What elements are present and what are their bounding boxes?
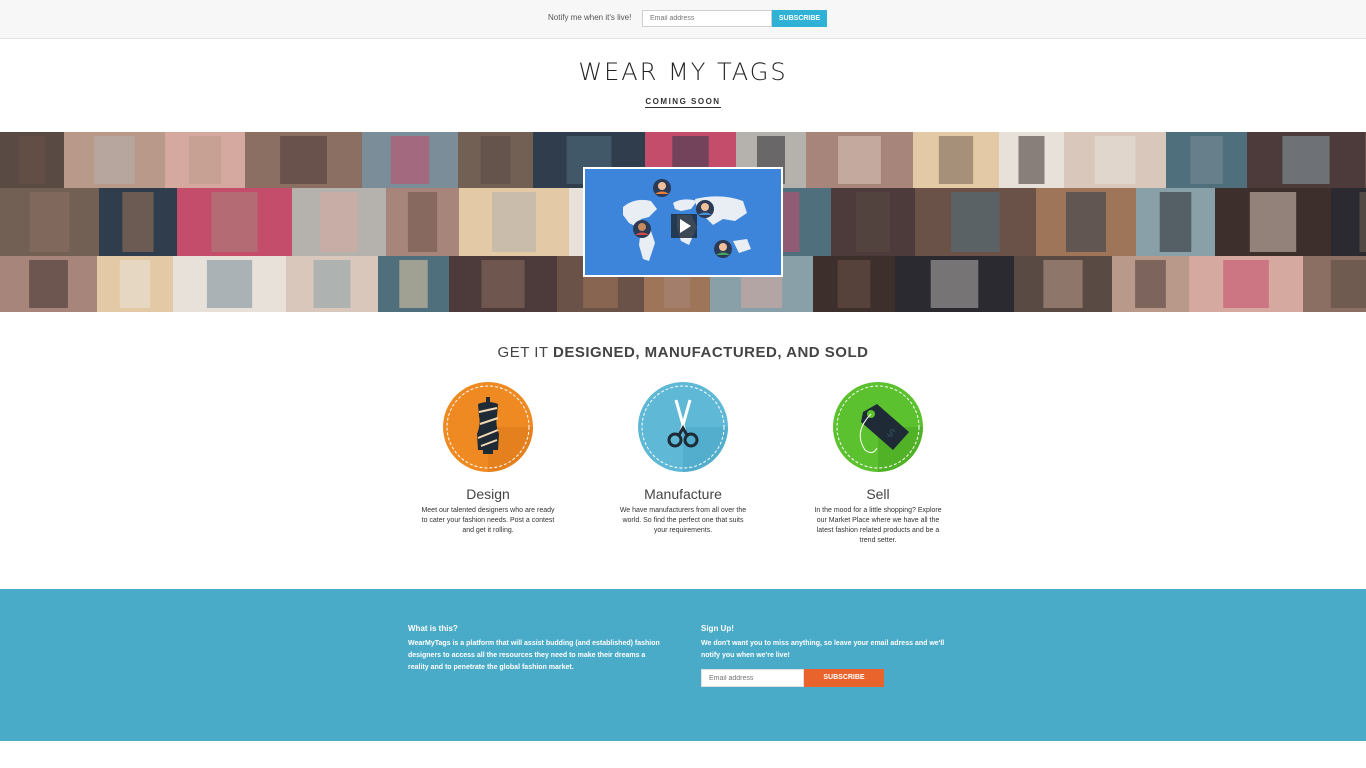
intro-video[interactable] [583, 167, 783, 277]
mosaic-photo-detail [938, 136, 974, 184]
mosaic-photo-detail [951, 192, 1000, 252]
mosaic-photo-detail [1159, 192, 1192, 252]
mosaic-photo-detail [856, 192, 890, 252]
mosaic-photo-detail [1043, 260, 1083, 308]
notify-text: Notify me when it's live! [548, 13, 632, 22]
mosaic-photo-detail [119, 260, 151, 308]
feature-design-desc: Meet our talented designers who are read… [421, 507, 555, 534]
mosaic-photo-detail [122, 192, 154, 252]
mosaic-photo-detail [280, 136, 327, 184]
price-tag-icon: $ [833, 382, 923, 472]
mosaic-photo-detail [320, 192, 358, 252]
signup-email-input[interactable] [701, 669, 804, 687]
coming-soon-label: COMING SOON [0, 97, 1366, 108]
mosaic-photo-detail [930, 260, 979, 308]
mosaic-photo-detail [29, 192, 70, 252]
mosaic-photo-detail [94, 136, 135, 184]
avatar-1 [653, 179, 671, 197]
feature-manufacture-title: Manufacture [644, 486, 722, 502]
mosaic-photo-detail [1282, 136, 1330, 184]
mosaic-photo-detail [1330, 260, 1366, 308]
section-title-bold: DESIGNED, MANUFACTURED, AND SOLD [553, 344, 869, 361]
signup-heading: Sign Up! [701, 624, 734, 633]
mosaic-photo-detail [481, 260, 525, 308]
mosaic-photo-detail [480, 136, 511, 184]
coming-soon-text: COMING SOON [645, 97, 721, 108]
section-title-light: GET IT [497, 344, 553, 361]
avatar-4 [714, 240, 732, 258]
mosaic-photo-detail [1066, 192, 1106, 252]
world-map-illustration [585, 169, 781, 275]
feature-sell-desc: In the mood for a little shopping? Explo… [814, 507, 942, 544]
signup-text: We don't want you to miss anything, so l… [701, 640, 945, 659]
feature-sell: $ Sell In the mood for a little shopping… [803, 382, 953, 546]
about-heading: What is this? [408, 624, 458, 633]
mosaic-photo-detail [407, 192, 438, 252]
avatar-3 [633, 220, 651, 238]
mosaic-photo-detail [399, 260, 428, 308]
mosaic-photo-detail [211, 192, 258, 252]
feature-design-title: Design [466, 486, 510, 502]
mosaic-photo-detail [1190, 136, 1223, 184]
play-icon[interactable] [671, 214, 697, 238]
feature-manufacture: Manufacture We have manufacturers from a… [608, 382, 758, 536]
notify-email-input[interactable] [642, 10, 772, 27]
feature-manufacture-desc: We have manufacturers from all over the … [619, 507, 747, 534]
about-text: WearMyTags is a platform that will assis… [408, 640, 660, 671]
mosaic-photo-detail [390, 136, 430, 184]
mosaic-photo-detail [189, 136, 221, 184]
mosaic-photo-detail [1223, 260, 1269, 308]
notify-subscribe-button[interactable]: SUBSCRIBE [772, 10, 827, 27]
mosaic-photo-detail [1135, 260, 1166, 308]
signup-subscribe-button[interactable]: SUBSCRIBE [804, 669, 884, 687]
avatar-2 [696, 200, 714, 218]
mosaic-photo-detail [29, 260, 68, 308]
feature-sell-title: Sell [866, 486, 890, 502]
mosaic-photo-detail [838, 136, 881, 184]
brand-logo[interactable]: WEAR MY TAGS [0, 58, 1366, 86]
mannequin-icon [443, 382, 533, 472]
mosaic-photo-detail [1359, 192, 1366, 252]
footer: What is this? WearMyTags is a platform t… [0, 589, 1366, 741]
mosaic-photo-detail [1094, 136, 1136, 184]
mosaic-photo-detail [492, 192, 536, 252]
mosaic-photo-detail [837, 260, 871, 308]
scissors-icon [638, 382, 728, 472]
mosaic-photo-detail [313, 260, 351, 308]
mosaic-photo-detail [19, 136, 45, 184]
mosaic-photo-detail [1249, 192, 1297, 252]
notify-bar: Notify me when it's live! SUBSCRIBE [0, 0, 1366, 39]
section-title: GET IT DESIGNED, MANUFACTURED, AND SOLD [0, 344, 1366, 361]
mosaic-photo-detail [206, 260, 253, 308]
page-bottom [0, 741, 1366, 768]
mosaic-photo-detail [1018, 136, 1045, 184]
feature-design: Design Meet our talented designers who a… [413, 382, 563, 536]
